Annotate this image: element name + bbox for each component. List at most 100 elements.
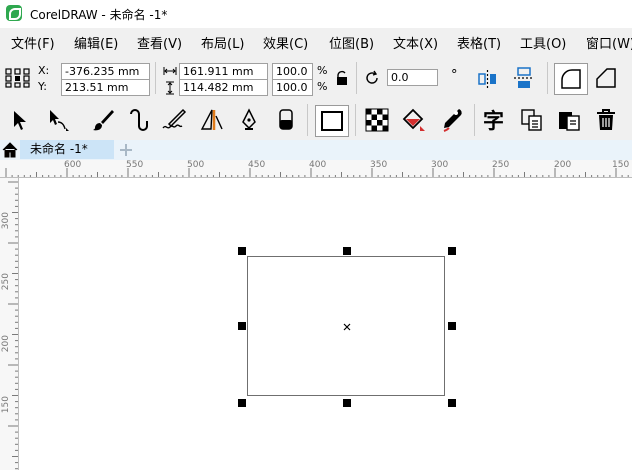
ruler-tick-label: 450	[248, 160, 266, 170]
round-corner-button[interactable]	[554, 63, 588, 95]
checkerboard-icon	[365, 108, 389, 132]
selection-handle-bottom[interactable]	[343, 399, 351, 407]
width-field[interactable]: 161.911 mm	[179, 63, 268, 80]
menu-file[interactable]: 文件(F)	[11, 33, 55, 52]
menu-text[interactable]: 文本(X)	[393, 33, 438, 52]
ruler-tick-label: 250	[492, 160, 510, 170]
x-label: X:	[38, 64, 50, 77]
svg-text:字: 字	[483, 109, 504, 133]
rotation-field[interactable]: 0.0	[387, 69, 438, 86]
rectangle-icon	[321, 111, 343, 131]
brush-icon	[93, 110, 114, 131]
separator	[155, 62, 156, 94]
height-field[interactable]: 114.482 mm	[179, 79, 268, 96]
separator	[356, 62, 357, 94]
shape-tool[interactable]	[44, 106, 72, 134]
trash-icon	[597, 109, 615, 130]
menu-window[interactable]: 窗口(W)	[586, 33, 632, 52]
freehand-pen-icon	[162, 108, 187, 129]
pointer-icon	[14, 111, 26, 130]
horizontal-ruler[interactable]: 600 550 500 450 400 350 300 250 200 150	[0, 160, 632, 179]
color-eyedropper-tool[interactable]	[438, 106, 466, 134]
ruler-tick-label: 550	[126, 160, 144, 170]
shape-edit-icon	[50, 110, 69, 131]
ruler-tick-label: 150	[612, 160, 630, 170]
selection-handle-bottom-right[interactable]	[448, 399, 456, 407]
selection-handle-bottom-left[interactable]	[238, 399, 246, 407]
bezier-tool[interactable]	[125, 106, 153, 134]
separator	[355, 104, 356, 136]
coreldraw-logo-icon	[6, 5, 22, 21]
scale-x-percent: %	[317, 64, 328, 77]
menu-layout[interactable]: 布局(L)	[201, 33, 244, 52]
ruler-tick-label: 350	[370, 160, 388, 170]
menu-tools[interactable]: 工具(O)	[520, 33, 566, 52]
ruler-tick-label: 600	[64, 160, 82, 170]
lock-ratio-icon[interactable]	[335, 70, 349, 86]
duplicate-button[interactable]	[518, 106, 546, 134]
interactive-fill-tool[interactable]	[400, 106, 428, 134]
home-icon[interactable]	[2, 142, 18, 158]
round-corner-icon	[561, 69, 581, 89]
y-label: Y:	[38, 80, 47, 93]
ruler-tick-label: 300	[1, 212, 11, 230]
center-marker-icon	[343, 323, 351, 331]
delete-button[interactable]	[592, 106, 620, 134]
y-position-field[interactable]: 213.51 mm	[61, 79, 150, 96]
ruler-tick-label: 400	[309, 160, 327, 170]
artistic-media-tool[interactable]	[89, 106, 117, 134]
separator	[307, 104, 308, 136]
menu-bitmaps[interactable]: 位图(B)	[329, 33, 374, 52]
scale-x-field[interactable]: 100.0	[272, 63, 313, 80]
eraser-tool[interactable]	[272, 106, 300, 134]
selection-handle-left[interactable]	[238, 322, 246, 330]
ruler-tick-label: 200	[554, 160, 572, 170]
mirror-horizontal-icon[interactable]	[476, 68, 500, 90]
ruler-tick-label: 250	[1, 273, 11, 291]
smart-drawing-tool[interactable]	[160, 106, 188, 134]
menu-table[interactable]: 表格(T)	[457, 33, 501, 52]
ruler-tick-label: 200	[1, 335, 11, 353]
menu-bar: 文件(F) 编辑(E) 查看(V) 布局(L) 效果(C) 位图(B) 文本(X…	[0, 28, 632, 57]
vertical-ruler[interactable]: 300 250 200 150	[0, 178, 19, 470]
ruler-tick-label: 300	[431, 160, 449, 170]
selection-handle-top[interactable]	[343, 247, 351, 255]
mirror-vertical-icon[interactable]	[512, 66, 536, 90]
selection-handle-right[interactable]	[448, 322, 456, 330]
scale-y-field[interactable]: 100.0	[272, 79, 313, 96]
chamfer-corner-icon	[596, 68, 616, 88]
separator	[474, 104, 475, 136]
eyedropper-icon	[443, 109, 462, 132]
duplicate-icon	[521, 109, 542, 131]
selection-handle-top-right[interactable]	[448, 247, 456, 255]
text-tool[interactable]: 字	[481, 106, 509, 134]
chamfer-corner-button[interactable]	[592, 64, 620, 92]
menu-view[interactable]: 查看(V)	[137, 33, 182, 52]
pick-tool[interactable]	[5, 106, 33, 134]
curve-icon	[130, 109, 148, 131]
paint-bucket-icon	[402, 108, 425, 131]
object-origin-icon[interactable]	[5, 68, 31, 88]
paste-button[interactable]	[555, 106, 583, 134]
pen-tool[interactable]	[235, 106, 263, 134]
window-title: CorelDRAW - 未命名 -1*	[30, 8, 168, 22]
transparency-tool[interactable]	[363, 106, 391, 134]
x-position-field[interactable]: -376.235 mm	[61, 63, 150, 80]
clipboard-icon	[559, 112, 580, 131]
menu-effects[interactable]: 效果(C)	[263, 33, 308, 52]
ruler-tick-label: 150	[1, 396, 11, 414]
add-tab-icon[interactable]	[119, 143, 133, 157]
ruler-tick-label: 500	[187, 160, 205, 170]
dimension-tool[interactable]	[198, 106, 226, 134]
eraser-icon	[279, 109, 293, 130]
menu-edit[interactable]: 编辑(E)	[74, 33, 118, 52]
pen-nib-icon	[242, 108, 256, 130]
width-icon	[163, 67, 177, 75]
rectangle-tool[interactable]	[315, 105, 349, 137]
toolbox-bar: 字	[0, 100, 632, 141]
separator	[547, 62, 548, 94]
document-tab[interactable]: 未命名 -1*	[20, 140, 114, 159]
height-icon	[166, 81, 174, 95]
selection-handle-top-left[interactable]	[238, 247, 246, 255]
document-tab-bar: 未命名 -1*	[0, 140, 632, 161]
